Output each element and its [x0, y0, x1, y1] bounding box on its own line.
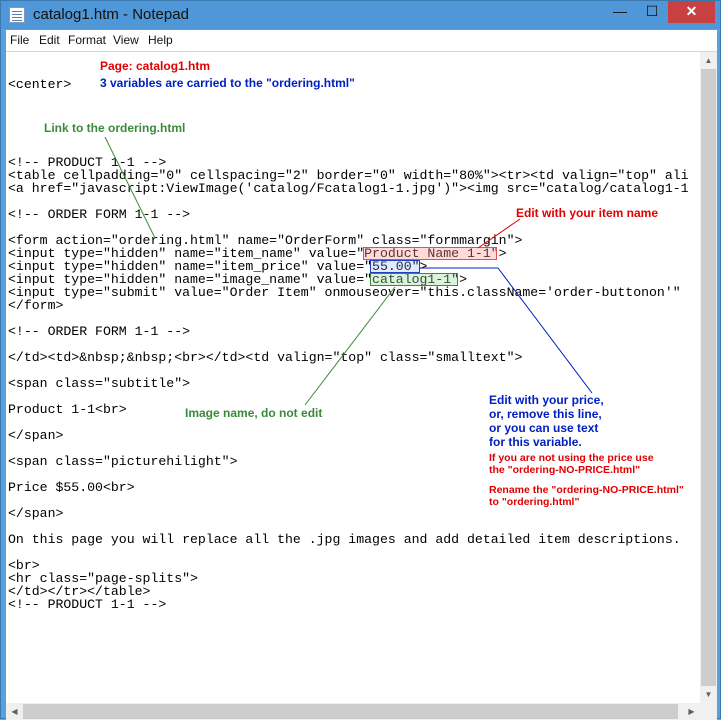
- menu-file[interactable]: File: [10, 33, 29, 47]
- scroll-down-icon[interactable]: ▼: [700, 686, 717, 703]
- close-button[interactable]: ✕: [668, 1, 715, 23]
- menu-help[interactable]: Help: [148, 33, 173, 47]
- code-line[interactable]: <span class="subtitle">: [8, 377, 689, 390]
- scroll-up-icon[interactable]: ▲: [700, 52, 717, 69]
- code-line[interactable]: </td><td>&nbsp;&nbsp;<br></td><td valign…: [8, 351, 689, 364]
- annotation-page-title: Page: catalog1.htm: [100, 59, 211, 73]
- scroll-right-icon[interactable]: ▶: [683, 703, 700, 720]
- minimize-button[interactable]: —: [606, 1, 634, 23]
- code-line[interactable]: [8, 91, 689, 104]
- notepad-icon: [9, 7, 25, 23]
- annotation-no-price: If you are not using the price use the "…: [489, 452, 654, 476]
- title-bar[interactable]: catalog1.htm - Notepad — ☐ ✕: [1, 1, 720, 29]
- annotation-rename: Rename the "ordering-NO-PRICE.html" to "…: [489, 484, 684, 508]
- annotation-price: Edit with your price, or, remove this li…: [489, 393, 604, 449]
- code-line[interactable]: [8, 546, 689, 559]
- horizontal-scroll-thumb[interactable]: [23, 704, 678, 719]
- code-line[interactable]: </form>: [8, 299, 689, 312]
- menu-view[interactable]: View: [113, 33, 139, 47]
- item-price-highlight: [370, 260, 420, 273]
- resize-grip[interactable]: [700, 703, 717, 720]
- annotation-image-name: Image name, do not edit: [185, 406, 323, 420]
- maximize-button[interactable]: ☐: [638, 1, 666, 23]
- vertical-scroll-thumb[interactable]: [701, 69, 716, 686]
- code-line[interactable]: </span>: [8, 507, 689, 520]
- code-line[interactable]: <!-- ORDER FORM 1-1 -->: [8, 325, 689, 338]
- annotation-link: Link to the ordering.html: [44, 121, 186, 135]
- image-name-highlight: [370, 273, 458, 286]
- horizontal-scrollbar[interactable]: ◀ ▶: [6, 703, 700, 720]
- scroll-left-icon[interactable]: ◀: [6, 703, 23, 720]
- menu-bar: File Edit Format View Help: [6, 30, 717, 52]
- window-title: catalog1.htm - Notepad: [33, 6, 189, 23]
- menu-edit[interactable]: Edit: [39, 33, 60, 47]
- code-line[interactable]: <input type="submit" value="Order Item" …: [8, 286, 689, 299]
- code-line[interactable]: [8, 104, 689, 117]
- code-line[interactable]: <!-- PRODUCT 1-1 -->: [8, 598, 689, 611]
- item-name-highlight: [363, 247, 497, 260]
- code-content[interactable]: <center> <!-- PRODUCT 1-1 --> <table cell…: [8, 52, 689, 611]
- annotation-item-name: Edit with your item name: [516, 206, 659, 220]
- notepad-window: catalog1.htm - Notepad — ☐ ✕ File Edit F…: [0, 0, 721, 720]
- menu-format[interactable]: Format: [68, 33, 106, 47]
- vertical-scrollbar[interactable]: ▲ ▼: [700, 52, 717, 703]
- code-line[interactable]: <a href="javascript:ViewImage('catalog/F…: [8, 182, 689, 195]
- text-editor[interactable]: <center> <!-- PRODUCT 1-1 --> <table cell…: [6, 52, 700, 703]
- code-line[interactable]: On this page you will replace all the .j…: [8, 533, 689, 546]
- annotation-variables: 3 variables are carried to the "ordering…: [100, 76, 355, 90]
